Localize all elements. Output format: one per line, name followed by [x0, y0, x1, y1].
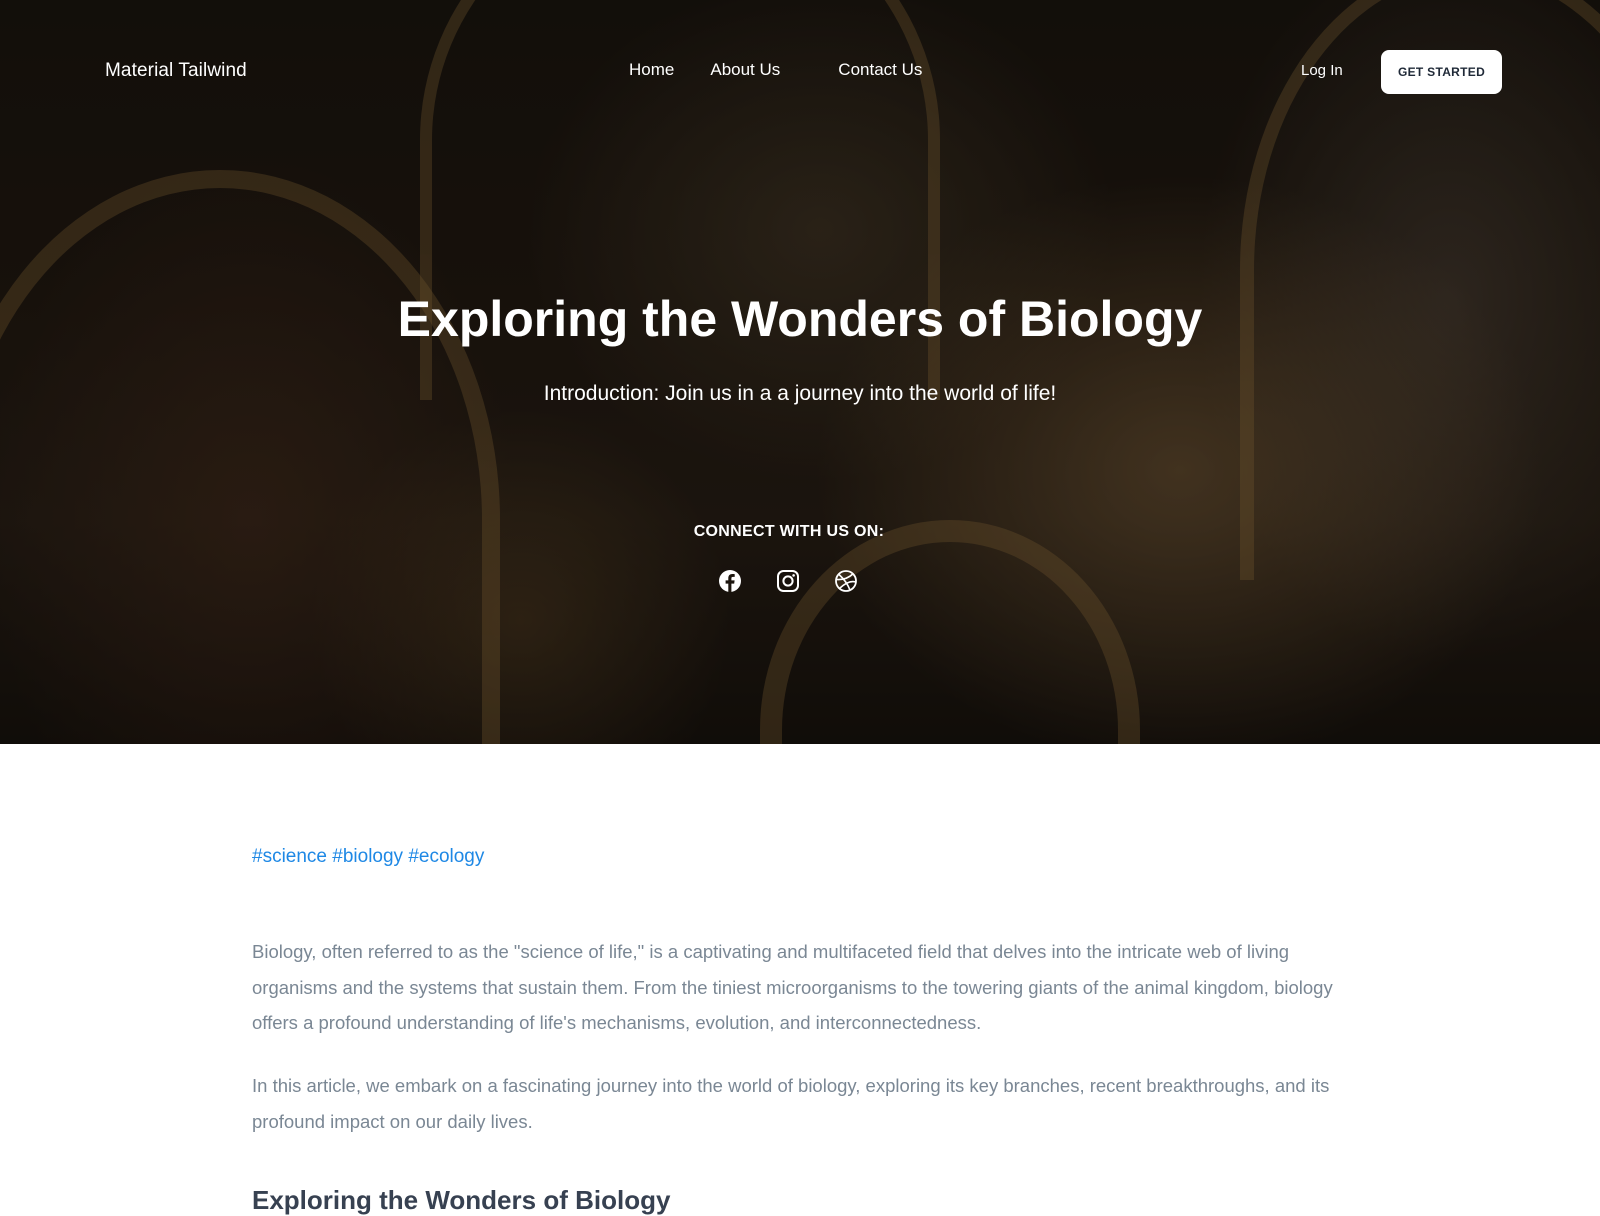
article-heading: Exploring the Wonders of Biology: [252, 1185, 671, 1215]
navbar: Material Tailwind Home About Us Contact …: [0, 0, 1600, 144]
instagram-icon[interactable]: [776, 569, 800, 593]
hero-subtitle: Introduction: Join us in a a journey int…: [543, 382, 1057, 405]
get-started-button[interactable]: GET STARTED: [1381, 50, 1502, 94]
article-paragraph: Biology, often referred to as the "scien…: [252, 941, 1333, 1033]
social-links: [718, 569, 858, 593]
nav-link-about-us[interactable]: About Us: [710, 60, 780, 80]
article-paragraph: In this article, we embark on a fascinat…: [252, 1075, 1330, 1132]
hero-title: Exploring the Wonders of Biology: [397, 291, 1203, 347]
connect-label: CONNECT WITH US ON:: [693, 523, 885, 540]
nav-links: Home About Us Contact Us: [629, 60, 922, 80]
nav-link-home[interactable]: Home: [629, 60, 674, 80]
login-link[interactable]: Log In: [1301, 62, 1343, 79]
nav-link-contact-us[interactable]: Contact Us: [838, 60, 922, 80]
brand-logo[interactable]: Material Tailwind: [105, 60, 247, 82]
dribbble-icon[interactable]: [834, 569, 858, 593]
facebook-icon[interactable]: [718, 569, 742, 593]
article-tags[interactable]: #science #biology #ecology: [252, 846, 484, 868]
hero-section: Material Tailwind Home About Us Contact …: [0, 0, 1600, 744]
